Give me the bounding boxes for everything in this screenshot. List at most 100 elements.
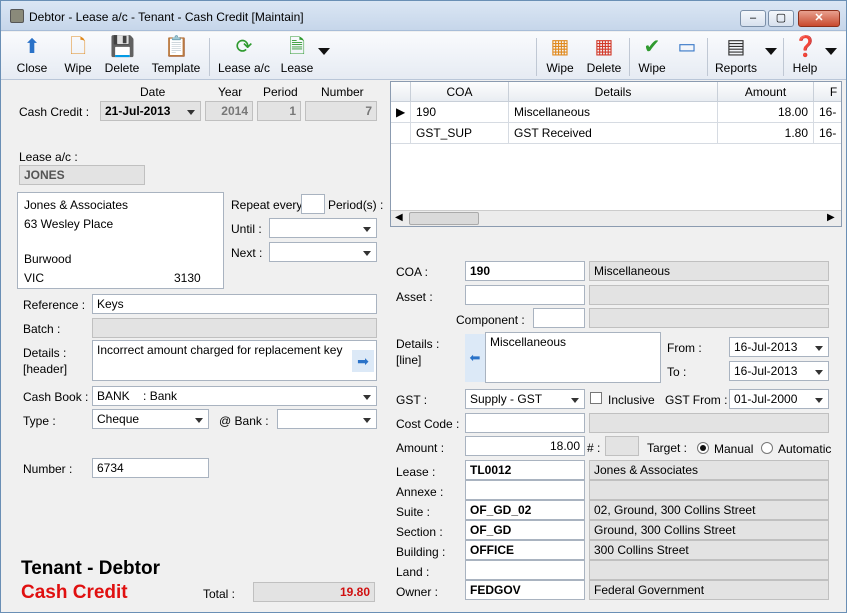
arrow-left-icon[interactable]: ⬅: [465, 334, 485, 382]
cost-code-field[interactable]: [465, 413, 585, 433]
component-label: Component :: [456, 313, 525, 327]
template-button[interactable]: 📋 Template: [150, 35, 202, 75]
details-header-field[interactable]: Incorrect amount charged for replacement…: [92, 340, 377, 381]
owner-code-field[interactable]: FEDGOV: [465, 580, 585, 600]
table-row[interactable]: 1.80: [718, 123, 814, 144]
next-label: Next :: [231, 246, 263, 260]
total-label: Total :: [203, 587, 236, 601]
cheque-number-field[interactable]: 6734: [92, 458, 209, 478]
hash-label: # :: [587, 441, 601, 455]
scrollbar-thumb[interactable]: [409, 212, 479, 225]
scroll-left-icon[interactable]: ◀: [395, 212, 403, 223]
inclusive-checkbox[interactable]: [590, 392, 602, 404]
reports-dropdown-icon[interactable]: [765, 48, 777, 55]
target-label: Target :: [647, 441, 688, 455]
annexe-label: Annexe :: [396, 485, 444, 499]
from-date-field[interactable]: 16-Jul-2013: [729, 337, 829, 357]
manual-label: Manual: [714, 442, 754, 456]
toolbar-separator: [209, 38, 210, 76]
grid-delete-button[interactable]: ▦ Delete: [584, 35, 624, 75]
section-label: Section :: [396, 525, 443, 539]
grid-header-details[interactable]: Details: [509, 82, 718, 102]
scroll-right-icon[interactable]: ▶: [827, 212, 835, 223]
date-field[interactable]: 21-Jul-2013: [100, 101, 201, 121]
section-name-field: Ground, 300 Collins Street: [589, 520, 829, 540]
automatic-label: Automatic: [778, 442, 832, 456]
suite-name-field: 02, Ground, 300 Collins Street: [589, 500, 829, 520]
minimize-button[interactable]: –: [740, 10, 766, 27]
table-row[interactable]: 16-: [814, 123, 841, 144]
periods-label: Period(s) :: [328, 198, 384, 212]
cash-book-name: : Bank: [143, 389, 178, 403]
delete-button[interactable]: 💾 Delete: [102, 35, 142, 75]
coa-field[interactable]: 190: [465, 261, 585, 281]
gst-field[interactable]: Supply - GST: [465, 389, 585, 409]
reference-field[interactable]: Keys: [92, 294, 377, 314]
component-field[interactable]: [533, 308, 585, 328]
annexe-field[interactable]: [465, 480, 585, 500]
table-row[interactable]: GST Received: [509, 123, 718, 144]
grid-wipe-button[interactable]: ▦ Wipe: [543, 35, 577, 75]
until-field[interactable]: [269, 218, 377, 238]
at-bank-field[interactable]: [277, 409, 377, 429]
title-bar: Debtor - Lease a/c - Tenant - Cash Credi…: [1, 1, 846, 31]
building-code-field[interactable]: OFFICE: [465, 540, 585, 560]
toolbar-separator: [783, 38, 784, 76]
grid-new-icon: ▦: [550, 36, 570, 58]
next-field[interactable]: [269, 242, 377, 262]
lease-ac-button[interactable]: ⟳ Lease a/c: [217, 35, 271, 75]
table-row[interactable]: 190: [411, 102, 509, 123]
reports-button[interactable]: ▤ Reports: [714, 35, 758, 75]
grid-header-f[interactable]: F: [814, 82, 841, 102]
line-wipe-button[interactable]: ✔ Wipe: [635, 35, 669, 75]
type-label: Type :: [23, 414, 56, 428]
asset-field[interactable]: [465, 285, 585, 305]
grid-horizontal-scrollbar[interactable]: ◀ ▶: [391, 210, 841, 226]
save-delete-icon: 💾: [110, 36, 135, 58]
clipboard-icon: 📋: [164, 36, 189, 58]
lease-button[interactable]: 🗎 Lease: [280, 35, 314, 75]
table-row[interactable]: 18.00: [718, 102, 814, 123]
window-view-button[interactable]: ▭: [674, 35, 700, 61]
details-line-sub: [line]: [396, 353, 422, 367]
suite-code-field[interactable]: OF_GD_02: [465, 500, 585, 520]
lease-ac-field[interactable]: JONES: [19, 165, 145, 185]
manual-radio[interactable]: [697, 442, 709, 454]
lease-code-field[interactable]: TL0012: [465, 460, 585, 480]
automatic-radio[interactable]: [761, 442, 773, 454]
close-window-button[interactable]: ✕: [798, 10, 840, 27]
reference-label: Reference :: [23, 298, 86, 312]
to-date-field[interactable]: 16-Jul-2013: [729, 361, 829, 381]
coa-label: COA :: [396, 265, 429, 279]
close-button[interactable]: ⬆ Close: [15, 35, 49, 75]
table-row[interactable]: GST_SUP: [411, 123, 509, 144]
land-field[interactable]: [465, 560, 585, 580]
lease-ac-label: Lease a/c :: [19, 150, 78, 164]
type-field[interactable]: Cheque: [92, 409, 209, 429]
arrow-right-icon[interactable]: ➡: [352, 350, 374, 372]
grid-header-amount[interactable]: Amount: [718, 82, 814, 102]
amount-field[interactable]: 18.00: [465, 436, 585, 456]
table-row[interactable]: 16-: [814, 102, 841, 123]
annexe-name-field: [589, 480, 829, 500]
toolbar-separator: [536, 38, 537, 76]
cash-book-field[interactable]: BANK : Bank: [92, 386, 377, 406]
wipe-button[interactable]: 🗋 Wipe: [61, 35, 95, 75]
details-line-field[interactable]: Miscellaneous: [485, 332, 661, 383]
cash-book-label: Cash Book :: [23, 390, 89, 404]
gst-from-field[interactable]: 01-Jul-2000: [729, 389, 829, 409]
report-icon: ▤: [726, 36, 746, 58]
help-dropdown-icon[interactable]: [825, 48, 837, 55]
new-document-icon: 🗋: [69, 36, 87, 58]
from-label: From :: [667, 341, 702, 355]
repeat-every-field[interactable]: [301, 194, 325, 214]
number-field: 7: [305, 101, 377, 121]
cash-credit-label: Cash Credit :: [19, 105, 90, 119]
maximize-button[interactable]: ▢: [768, 10, 794, 27]
refresh-icon: ⟳: [235, 36, 253, 58]
lease-dropdown-icon[interactable]: [318, 48, 330, 55]
section-code-field[interactable]: OF_GD: [465, 520, 585, 540]
help-button[interactable]: ❓ Help: [790, 35, 820, 75]
table-row[interactable]: Miscellaneous: [509, 102, 718, 123]
grid-header-coa[interactable]: COA: [411, 82, 509, 102]
